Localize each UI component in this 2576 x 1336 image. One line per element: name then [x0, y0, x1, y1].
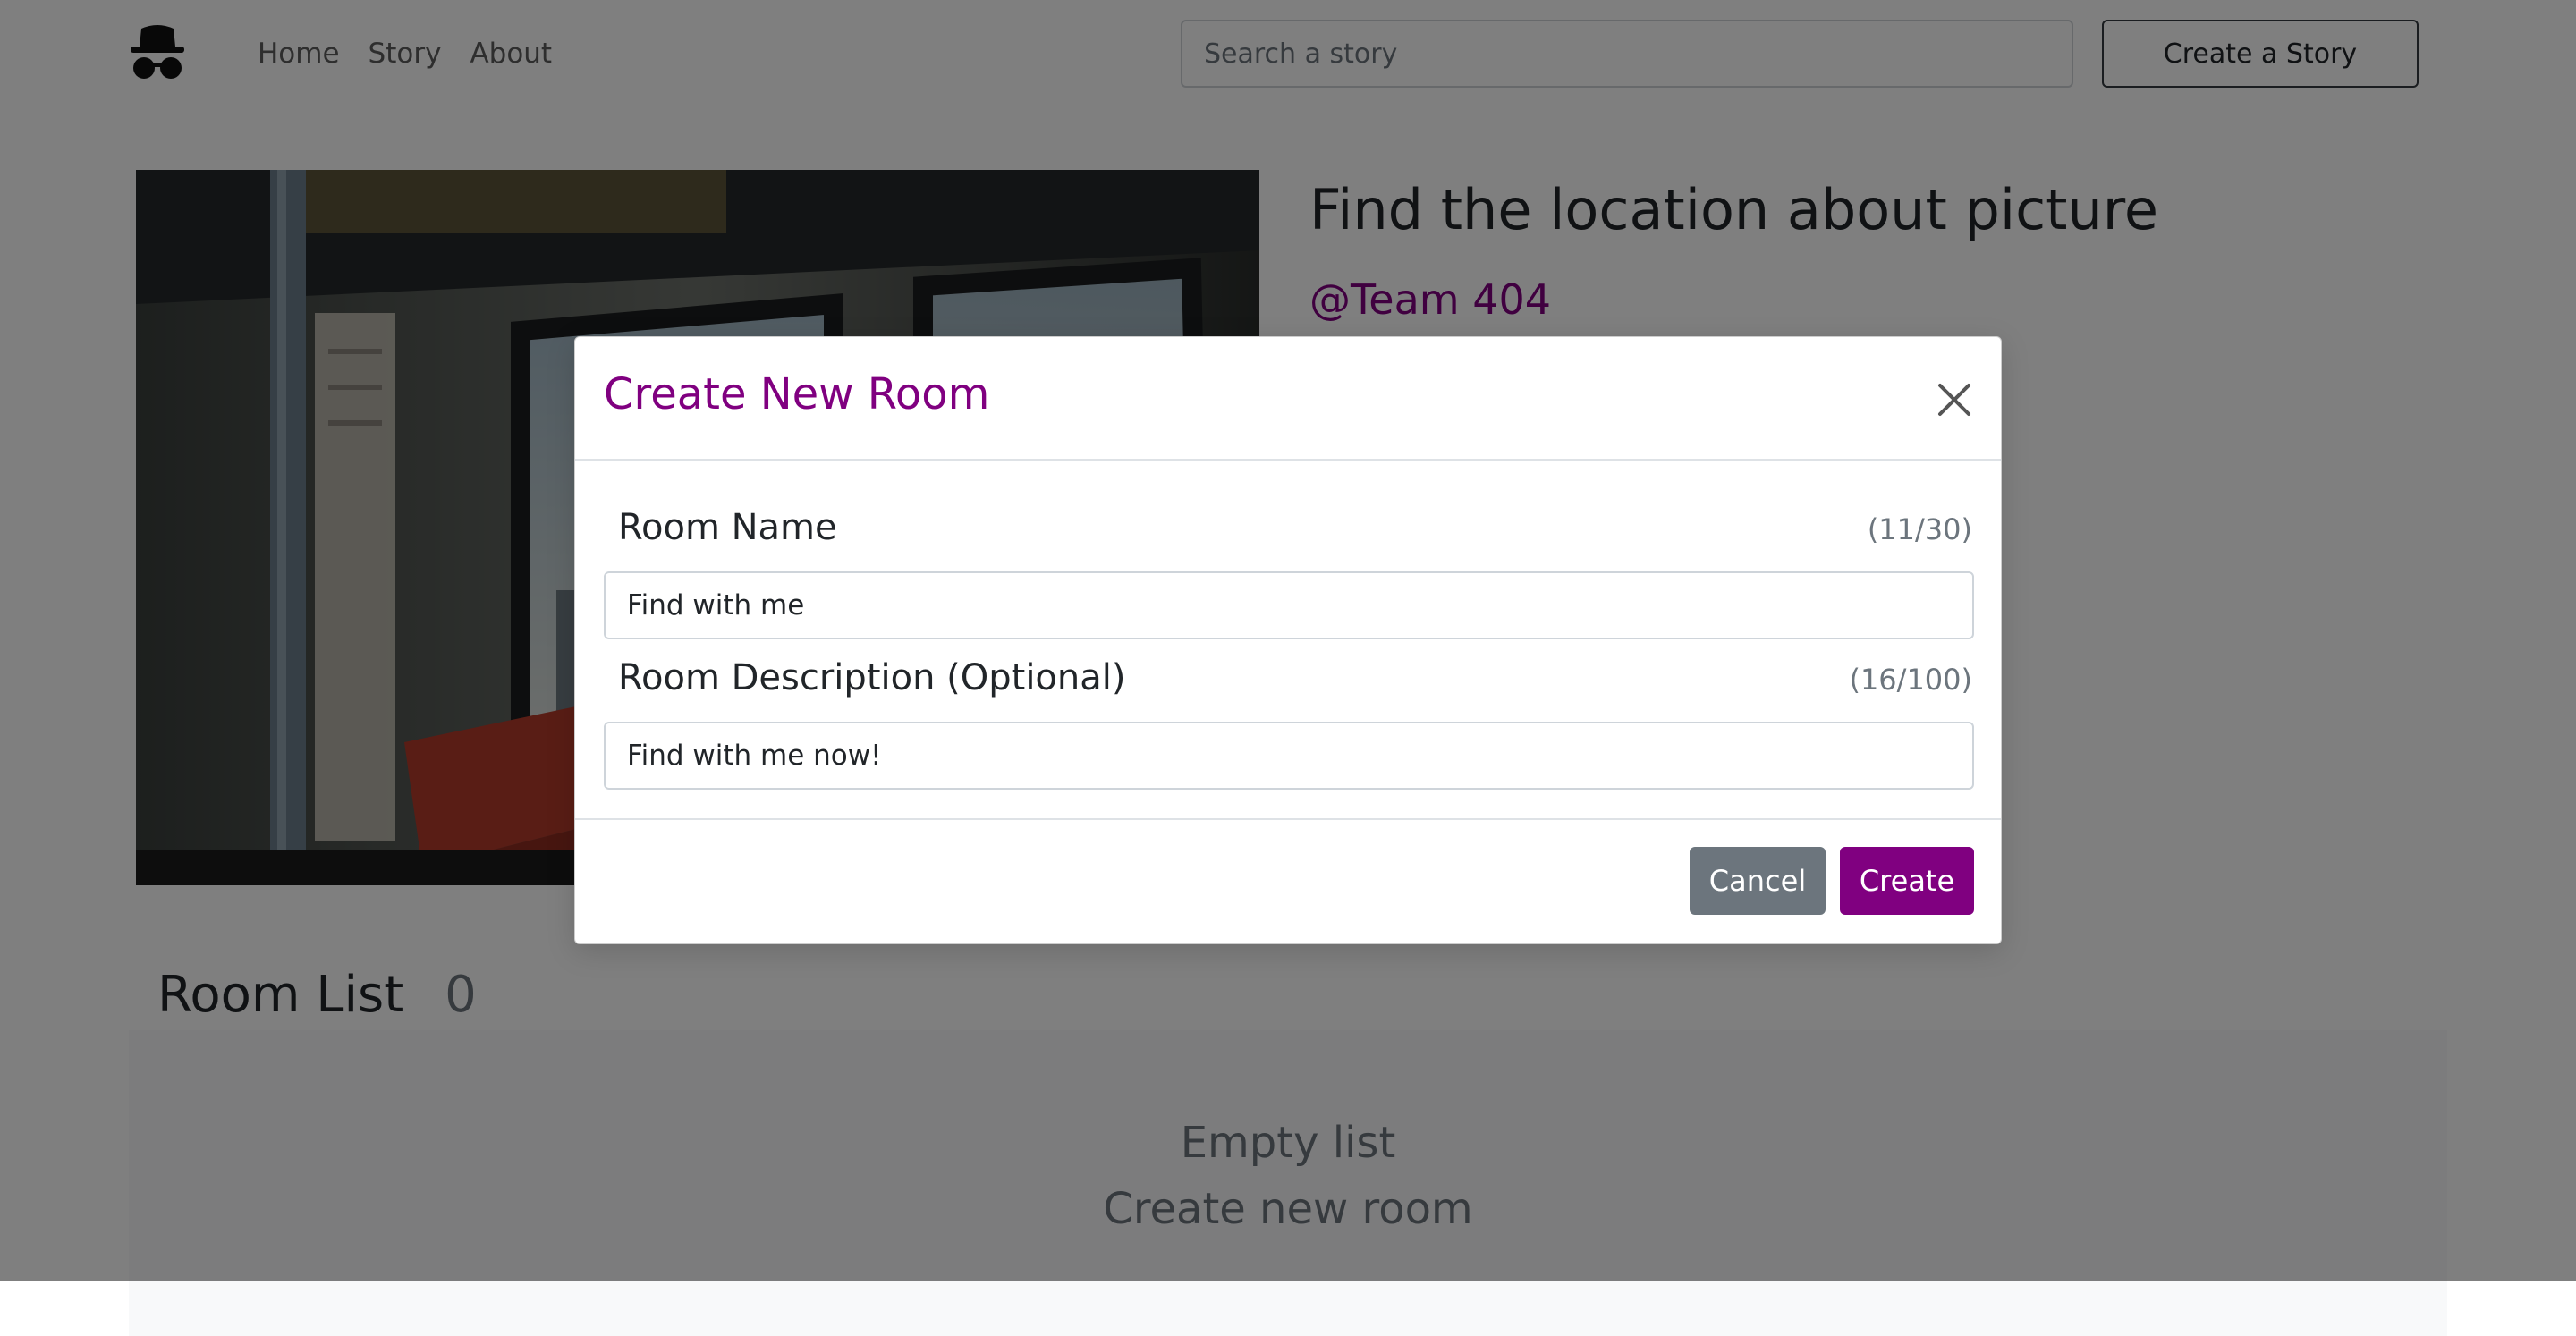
room-description-char-count: (16/100)	[1849, 663, 1972, 697]
modal-footer: Cancel Create	[575, 818, 2001, 945]
room-description-label: Room Description (Optional)	[618, 657, 1126, 698]
modal-header: Create New Room	[575, 337, 2001, 461]
create-button[interactable]: Create	[1840, 847, 1974, 915]
modal-title: Create New Room	[604, 369, 990, 419]
room-description-input[interactable]	[604, 722, 1974, 790]
create-room-modal: Create New Room Room Name (11/30) Room D…	[574, 336, 2002, 944]
room-name-input[interactable]	[604, 571, 1974, 639]
room-name-label: Room Name	[618, 507, 837, 548]
close-icon[interactable]	[1931, 376, 1978, 423]
cancel-button[interactable]: Cancel	[1690, 847, 1826, 915]
room-name-char-count: (11/30)	[1867, 512, 1972, 546]
